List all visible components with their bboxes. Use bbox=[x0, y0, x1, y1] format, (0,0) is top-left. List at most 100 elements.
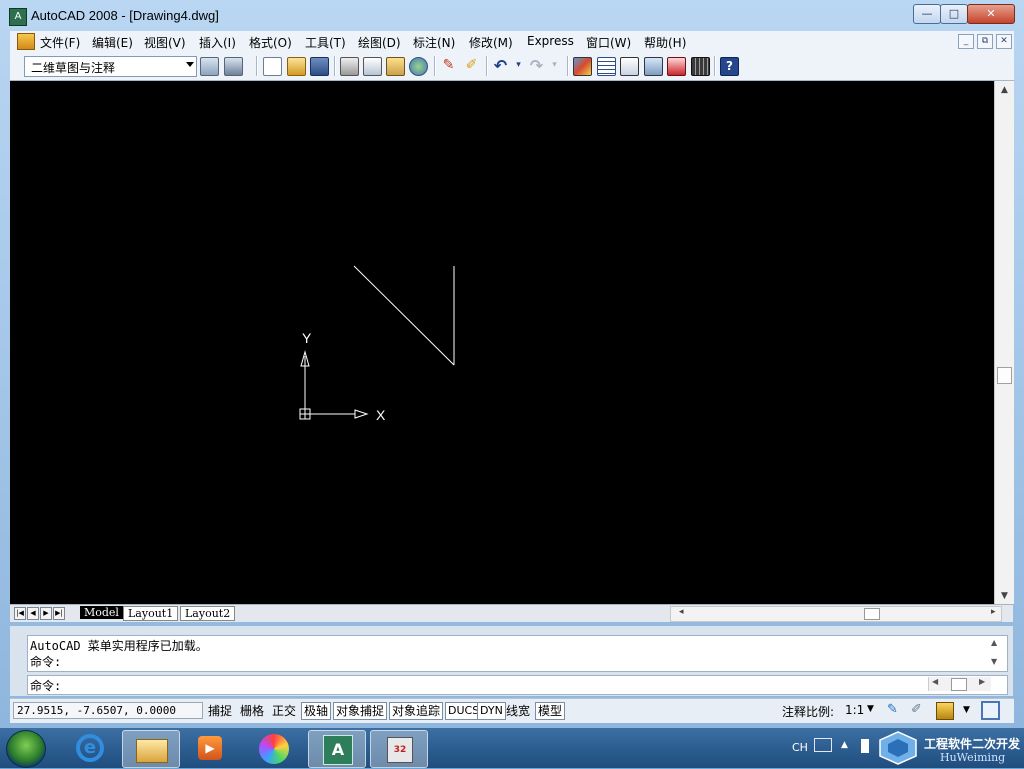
toggle-ortho[interactable]: 正交 bbox=[269, 702, 299, 720]
design-center-icon[interactable] bbox=[597, 57, 616, 76]
3d-dwf-icon[interactable] bbox=[409, 57, 428, 76]
workspace-settings-icon[interactable] bbox=[200, 57, 219, 76]
command-scroll-thumb[interactable] bbox=[951, 678, 967, 691]
annotation-scale-value[interactable]: 1:1 bbox=[845, 703, 864, 717]
vertical-scroll-thumb[interactable] bbox=[997, 367, 1012, 384]
clean-screen-icon[interactable] bbox=[981, 701, 1000, 720]
toggle-grid[interactable]: 栅格 bbox=[237, 702, 267, 720]
close-button[interactable]: ✕ bbox=[967, 4, 1015, 24]
chevron-down-icon[interactable] bbox=[186, 62, 194, 67]
toolbar-lock-icon[interactable] bbox=[936, 702, 954, 720]
command-input[interactable]: 命令: ◀ ▶ bbox=[27, 675, 1008, 695]
my-workspace-icon[interactable] bbox=[224, 57, 243, 76]
autocad-icon[interactable]: A bbox=[308, 730, 366, 768]
minimize-button[interactable]: — bbox=[913, 4, 941, 24]
status-menu-chevron-icon[interactable]: ▼ bbox=[963, 705, 970, 715]
horizontal-scrollbar[interactable]: ◂ ▸ bbox=[670, 606, 1002, 622]
menu-draw[interactable]: 绘图(D) bbox=[358, 34, 401, 51]
installer-32-icon[interactable]: 32 bbox=[370, 730, 428, 768]
horizontal-scroll-thumb[interactable] bbox=[864, 608, 880, 620]
coordinate-display[interactable]: 27.9515, -7.6507, 0.0000 bbox=[13, 702, 203, 719]
scroll-down-icon[interactable]: ▼ bbox=[991, 657, 997, 666]
menu-insert[interactable]: 插入(I) bbox=[199, 34, 236, 51]
scroll-down-icon[interactable]: ▼ bbox=[995, 591, 1014, 601]
internet-explorer-icon[interactable]: e bbox=[62, 730, 118, 766]
cut-icon[interactable]: ✎ bbox=[440, 57, 457, 74]
toggle-dyn[interactable]: DYN bbox=[477, 702, 506, 720]
markup-icon[interactable] bbox=[667, 57, 686, 76]
tab-layout1[interactable]: Layout1 bbox=[123, 606, 179, 621]
scroll-left-icon[interactable]: ◀ bbox=[932, 677, 938, 686]
match-properties-icon[interactable]: ✐ bbox=[463, 57, 480, 74]
chevron-down-icon[interactable]: ▼ bbox=[867, 704, 874, 714]
help-icon[interactable]: ? bbox=[720, 57, 739, 76]
calculator-icon[interactable] bbox=[691, 57, 710, 76]
document-menu-icon[interactable] bbox=[17, 33, 35, 50]
first-tab-icon[interactable]: |◀ bbox=[14, 607, 26, 620]
toggle-osnap[interactable]: 对象捕捉 bbox=[333, 702, 388, 720]
menu-window[interactable]: 窗口(W) bbox=[586, 34, 631, 51]
toggle-snap[interactable]: 捕捉 bbox=[205, 702, 235, 720]
command-scrollbar[interactable]: ◀ ▶ bbox=[928, 677, 991, 691]
document-minimize-button[interactable]: _ bbox=[958, 34, 974, 49]
vertical-scrollbar[interactable]: ▲ ▼ bbox=[994, 81, 1014, 604]
open-icon[interactable] bbox=[287, 57, 306, 76]
keyboard-icon[interactable] bbox=[814, 738, 832, 752]
toggle-model[interactable]: 模型 bbox=[535, 702, 566, 720]
plot-preview-icon[interactable] bbox=[363, 57, 382, 76]
toolbar-separator bbox=[434, 56, 436, 76]
publish-icon[interactable] bbox=[386, 57, 405, 76]
scroll-up-icon[interactable]: ▲ bbox=[995, 85, 1014, 95]
scroll-right-icon[interactable]: ▶ bbox=[979, 677, 985, 686]
properties-icon[interactable] bbox=[573, 57, 592, 76]
auto-scale-icon[interactable]: ✐ bbox=[911, 702, 926, 718]
menu-express[interactable]: Express bbox=[527, 34, 574, 48]
toggle-polar[interactable]: 极轴 bbox=[301, 702, 332, 720]
drawn-line-diagonal[interactable] bbox=[353, 265, 455, 366]
sheet-set-icon[interactable] bbox=[644, 57, 663, 76]
scroll-right-icon[interactable]: ▸ bbox=[991, 607, 996, 617]
document-restore-button[interactable]: ⧉ bbox=[977, 34, 993, 49]
redo-dropdown-icon[interactable]: ▾ bbox=[546, 57, 563, 74]
last-tab-icon[interactable]: ▶| bbox=[53, 607, 65, 620]
tab-model[interactable]: Model bbox=[80, 606, 123, 619]
toggle-otrack[interactable]: 对象追踪 bbox=[389, 702, 444, 720]
menu-dimension[interactable]: 标注(N) bbox=[413, 34, 455, 51]
scroll-left-icon[interactable]: ◂ bbox=[679, 607, 684, 617]
menu-edit[interactable]: 编辑(E) bbox=[92, 34, 133, 51]
tab-layout2[interactable]: Layout2 bbox=[180, 606, 236, 621]
watermark-logo-icon bbox=[876, 730, 920, 766]
scroll-up-icon[interactable]: ▲ bbox=[991, 638, 997, 647]
save-icon[interactable] bbox=[310, 57, 329, 76]
menu-help[interactable]: 帮助(H) bbox=[644, 34, 686, 51]
workspace-dropdown[interactable]: 二维草图与注释 bbox=[24, 56, 197, 77]
redo-icon[interactable]: ↷ bbox=[528, 57, 545, 74]
maximize-button[interactable]: □ bbox=[940, 4, 968, 24]
command-history[interactable]: AutoCAD 菜单实用程序已加载。 命令: ▲ ▼ bbox=[27, 635, 1008, 672]
start-button[interactable] bbox=[6, 730, 46, 768]
menu-format[interactable]: 格式(O) bbox=[249, 34, 292, 51]
new-icon[interactable] bbox=[263, 57, 282, 76]
autocad-app-icon[interactable]: A bbox=[9, 8, 27, 26]
next-tab-icon[interactable]: ▶ bbox=[40, 607, 52, 620]
undo-dropdown-icon[interactable]: ▾ bbox=[510, 57, 527, 74]
title-bar[interactable]: A AutoCAD 2008 - [Drawing4.dwg] — □ ✕ bbox=[0, 0, 1024, 30]
menu-modify[interactable]: 修改(M) bbox=[469, 34, 513, 51]
media-player-icon[interactable]: ▶ bbox=[182, 730, 238, 766]
annotation-visibility-icon[interactable]: ✎ bbox=[887, 702, 902, 718]
language-indicator[interactable]: CH bbox=[792, 741, 808, 754]
model-space-canvas[interactable]: Y X bbox=[10, 81, 994, 604]
color-wheel-icon[interactable] bbox=[246, 730, 302, 766]
menu-file[interactable]: 文件(F) bbox=[40, 34, 80, 51]
toggle-lineweight[interactable]: 线宽 bbox=[503, 702, 533, 720]
tray-expand-icon[interactable]: ▲ bbox=[841, 740, 848, 750]
flag-icon[interactable] bbox=[861, 739, 869, 753]
undo-icon[interactable]: ↶ bbox=[492, 57, 509, 74]
previous-tab-icon[interactable]: ◀ bbox=[27, 607, 39, 620]
menu-tools[interactable]: 工具(T) bbox=[305, 34, 346, 51]
plot-icon[interactable] bbox=[340, 57, 359, 76]
document-close-button[interactable]: ✕ bbox=[996, 34, 1012, 49]
menu-view[interactable]: 视图(V) bbox=[144, 34, 186, 51]
file-explorer-icon[interactable] bbox=[122, 730, 180, 768]
tool-palettes-icon[interactable] bbox=[620, 57, 639, 76]
